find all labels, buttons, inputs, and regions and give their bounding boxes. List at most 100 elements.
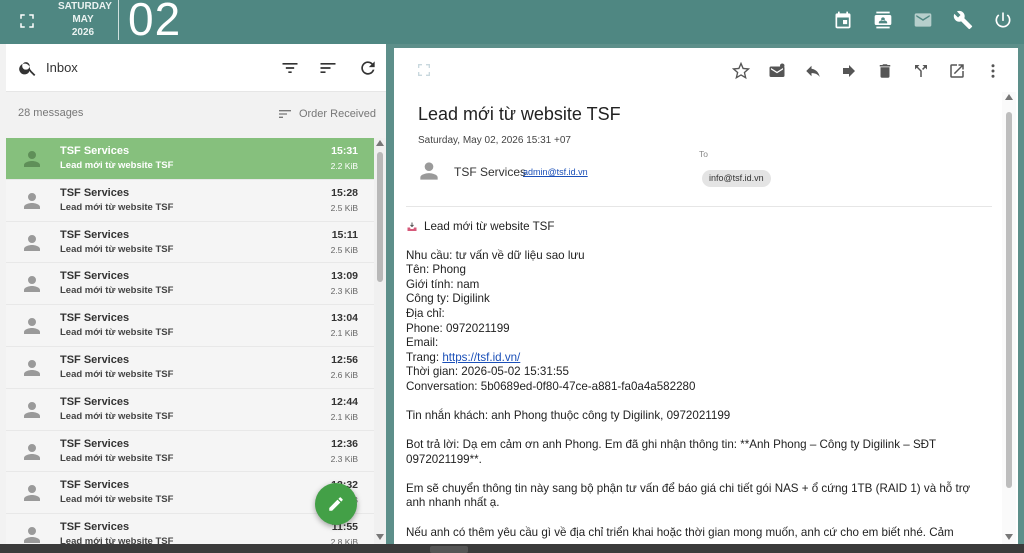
scroll-up-arrow[interactable]: [376, 140, 384, 146]
message-subject-line: Lead mới từ website TSF: [60, 285, 174, 297]
pencil-icon: [329, 497, 343, 511]
message-subject-line: Lead mới từ website TSF: [60, 160, 174, 171]
customer-message: Tin nhắn khách: anh Phong thuộc công ty …: [406, 409, 731, 423]
message-subject-line: Lead mới từ website TSF: [60, 452, 174, 464]
message-size: 2.5 KiB: [330, 202, 358, 213]
sort-icon[interactable]: [318, 58, 338, 78]
lead-field: Nhu cầu: tư vấn về dữ liệu sao lưu: [406, 248, 585, 262]
message-time: 12:44: [331, 395, 358, 408]
reading-scrollbar[interactable]: [1002, 92, 1016, 544]
list-scroll-thumb[interactable]: [377, 152, 383, 282]
recipient-chip[interactable]: info@tsf.id.vn: [702, 170, 771, 187]
message-size: 2.5 KiB: [330, 244, 358, 255]
message-row[interactable]: TSF Services Lead mới từ website TSF 12:36…: [6, 430, 374, 473]
reading-scroll-down-arrow[interactable]: [1005, 534, 1013, 540]
order-selector[interactable]: Order Received: [277, 106, 376, 122]
conversation-line: Conversation: 5b0689ed-0f80-47ce-a881-fa…: [406, 379, 696, 393]
avatar: [20, 189, 44, 213]
calendar-icon[interactable]: [832, 8, 854, 32]
lead-field: Phone: 0972021199: [406, 321, 510, 335]
person-icon: [24, 401, 40, 418]
folder-search-input[interactable]: Inbox: [46, 60, 78, 75]
taskbar-tab[interactable]: [430, 546, 468, 553]
bot-reply-followup: Em sẽ chuyển thông tin này sang bộ phận …: [406, 481, 971, 510]
forward-icon[interactable]: [838, 60, 860, 82]
delete-icon[interactable]: [874, 60, 896, 82]
header-divider: [406, 206, 992, 207]
mail-icon[interactable]: [912, 8, 934, 32]
mark-unread-icon[interactable]: [766, 60, 788, 82]
message-size: 2.1 KiB: [330, 328, 358, 339]
message-sender: TSF Services: [60, 145, 130, 157]
message-count: 28 messages: [18, 107, 84, 119]
avatar: [20, 398, 44, 422]
year-label: 2026: [71, 27, 95, 38]
sender-avatar: [416, 158, 442, 184]
message-list: TSF Services Lead mới từ website TSF 15:31…: [6, 138, 374, 544]
lead-field: Giới tính: nam: [406, 277, 480, 291]
wrench-icon[interactable]: [952, 8, 974, 32]
message-subject-line: Lead mới từ website TSF: [60, 536, 174, 544]
person-icon: [24, 192, 40, 209]
message-list-panel: Inbox 28 messages Order Received TSF Ser…: [6, 44, 386, 544]
message-size: 2.3 KiB: [330, 286, 358, 297]
message-subject-line: Lead mới từ website TSF: [60, 201, 174, 213]
avatar: [20, 147, 44, 171]
avatar: [20, 523, 44, 544]
contacts-icon[interactable]: [872, 8, 894, 32]
message-subject-line: Lead mới từ website TSF: [60, 368, 174, 380]
power-icon[interactable]: [992, 8, 1014, 32]
message-subject: Lead mới từ website TSF: [418, 104, 621, 124]
message-size: 2.1 KiB: [330, 411, 358, 422]
message-sender: TSF Services: [60, 312, 130, 325]
avatar: [20, 356, 44, 380]
sender-email[interactable]: admin@tsf.id.vn: [523, 167, 588, 177]
weekday-label: SATURDAY: [58, 1, 112, 12]
body-title-row: Lead mới từ website TSF: [406, 220, 992, 235]
fullscreen-icon[interactable]: [18, 12, 36, 30]
refresh-icon[interactable]: [358, 58, 378, 78]
message-sender: TSF Services: [60, 353, 130, 366]
person-icon: [24, 443, 40, 460]
person-icon: [24, 359, 40, 376]
search-icon[interactable]: [18, 58, 38, 78]
message-row[interactable]: TSF Services Lead mới từ website TSF 12:44…: [6, 388, 374, 431]
message-row[interactable]: TSF Services Lead mới từ website TSF 15:31…: [6, 138, 374, 180]
search-bar: Inbox: [6, 44, 386, 92]
message-time: 12:56: [331, 353, 358, 366]
filter-icon[interactable]: [280, 58, 300, 78]
person-icon: [24, 318, 40, 335]
body-title: Lead mới từ website TSF: [424, 220, 555, 233]
avatar: [20, 231, 44, 255]
message-sender: TSF Services: [60, 186, 130, 199]
move-icon[interactable]: [910, 60, 932, 82]
reading-scroll-thumb[interactable]: [1006, 112, 1012, 488]
page-link[interactable]: https://tsf.id.vn/: [442, 351, 520, 364]
expand-icon[interactable]: [416, 62, 432, 78]
message-row[interactable]: TSF Services Lead mới từ website TSF 13:09…: [6, 263, 374, 306]
message-row[interactable]: TSF Services Lead mới từ website TSF 11:55…: [6, 514, 374, 544]
open-external-icon[interactable]: [946, 60, 968, 82]
reading-scroll-up-arrow[interactable]: [1005, 94, 1013, 100]
avatar: [20, 481, 44, 505]
lead-field: Email:: [406, 336, 439, 350]
message-sender: TSF Services: [60, 228, 130, 241]
message-toolbar: [394, 48, 1018, 92]
reply-icon[interactable]: [802, 60, 824, 82]
message-sender: TSF Services: [60, 521, 130, 534]
scroll-down-arrow[interactable]: [376, 534, 384, 540]
message-row[interactable]: TSF Services Lead mới từ website TSF 13:04…: [6, 305, 374, 347]
message-row[interactable]: TSF Services Lead mới từ website TSF 12:56…: [6, 346, 374, 389]
more-icon[interactable]: [982, 60, 1004, 82]
person-icon: [24, 234, 40, 251]
person-icon: [24, 151, 40, 167]
star-icon[interactable]: [730, 60, 752, 82]
message-row[interactable]: TSF Services Lead mới từ website TSF 15:11…: [6, 221, 374, 264]
list-scrollbar[interactable]: [374, 138, 386, 544]
lead-fields: Nhu cầu: tư vấn về dữ liệu sao lưu Tên: P…: [406, 249, 992, 351]
page-line: Trang: https://tsf.id.vn/: [406, 351, 992, 366]
message-row[interactable]: TSF Services Lead mới từ website TSF 15:28…: [6, 179, 374, 222]
compose-button[interactable]: [315, 483, 357, 525]
message-time: 12:36: [331, 437, 358, 450]
date-divider: [118, 0, 119, 40]
